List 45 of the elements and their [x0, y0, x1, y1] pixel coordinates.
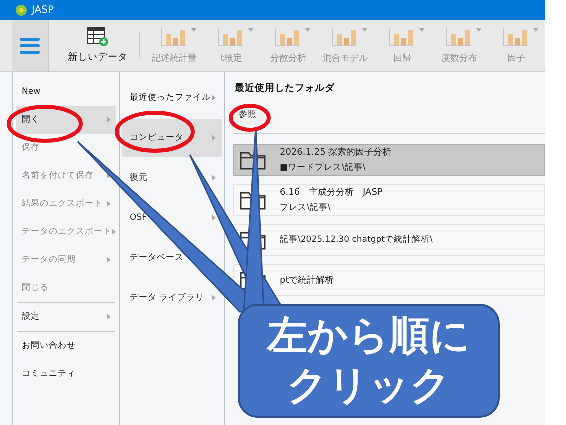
- folder-name: 6.16 主成分分析 JASP: [280, 186, 383, 199]
- new-data-button[interactable]: 新しいデータ: [63, 20, 133, 71]
- menu-item[interactable]: 設定: [16, 303, 116, 331]
- submenu-arrow-icon: [107, 257, 111, 263]
- folder-row[interactable]: ptで統計解析: [233, 264, 545, 296]
- menu-item[interactable]: コミュニティ: [16, 360, 116, 388]
- dropdown-caret-icon: [419, 28, 425, 32]
- submenu-arrow-icon: [212, 175, 216, 181]
- dropdown-caret-icon: [305, 28, 311, 32]
- menu-item[interactable]: データ ライブラリ: [122, 279, 222, 317]
- spreadsheet-add-icon: [87, 27, 109, 47]
- menu-item[interactable]: New: [16, 78, 116, 106]
- menu-item[interactable]: 復元: [122, 159, 222, 197]
- folder-row[interactable]: 2026.1.25 探索的因子分析 ■ワードプレス\記事\: [233, 144, 545, 176]
- submenu-arrow-icon: [107, 117, 111, 123]
- folder-name: ptで統計解析: [280, 274, 334, 286]
- submenu-arrow-icon: [212, 295, 216, 301]
- submenu-arrow-icon: [212, 135, 216, 141]
- menu-icon: [20, 36, 40, 54]
- dropdown-caret-icon: [476, 28, 482, 32]
- window-title: JASP: [32, 4, 54, 16]
- folder-icon: [240, 150, 266, 170]
- highlight-ellipse: [229, 104, 271, 132]
- submenu-arrow-icon: [112, 229, 116, 235]
- dropdown-caret-icon: [533, 28, 539, 32]
- menu-item[interactable]: 最近使ったファイル: [122, 79, 222, 117]
- submenu-arrow-icon: [212, 95, 216, 101]
- submenu-arrow-icon: [107, 314, 111, 320]
- callout-text: クリック: [287, 362, 451, 411]
- folder-row[interactable]: 記事\2025.12.30 chatgptで統計解析\: [233, 224, 545, 256]
- folder-path: プレス\記事\: [280, 202, 332, 214]
- submenu-arrow-icon: [107, 201, 111, 207]
- folder-name: 2026.1.25 探索的因子分析: [280, 146, 392, 159]
- folder-path: ■ワードプレス\記事\: [280, 162, 367, 174]
- callout-text: 左から順に: [268, 312, 470, 361]
- dropdown-caret-icon: [362, 28, 368, 32]
- dropdown-caret-icon: [191, 28, 197, 32]
- section-heading: 最近使用したフォルダ: [235, 82, 335, 95]
- app-logo-icon: [16, 4, 27, 16]
- folder-row[interactable]: 6.16 主成分分析 JASP プレス\記事\: [233, 184, 545, 216]
- menu-item[interactable]: お問い合わせ: [16, 332, 116, 360]
- folder-path: 記事\2025.12.30 chatgptで統計解析\: [280, 234, 433, 246]
- dropdown-caret-icon: [248, 28, 254, 32]
- menu-button[interactable]: [12, 20, 49, 71]
- menu-item[interactable]: データベース: [122, 239, 222, 277]
